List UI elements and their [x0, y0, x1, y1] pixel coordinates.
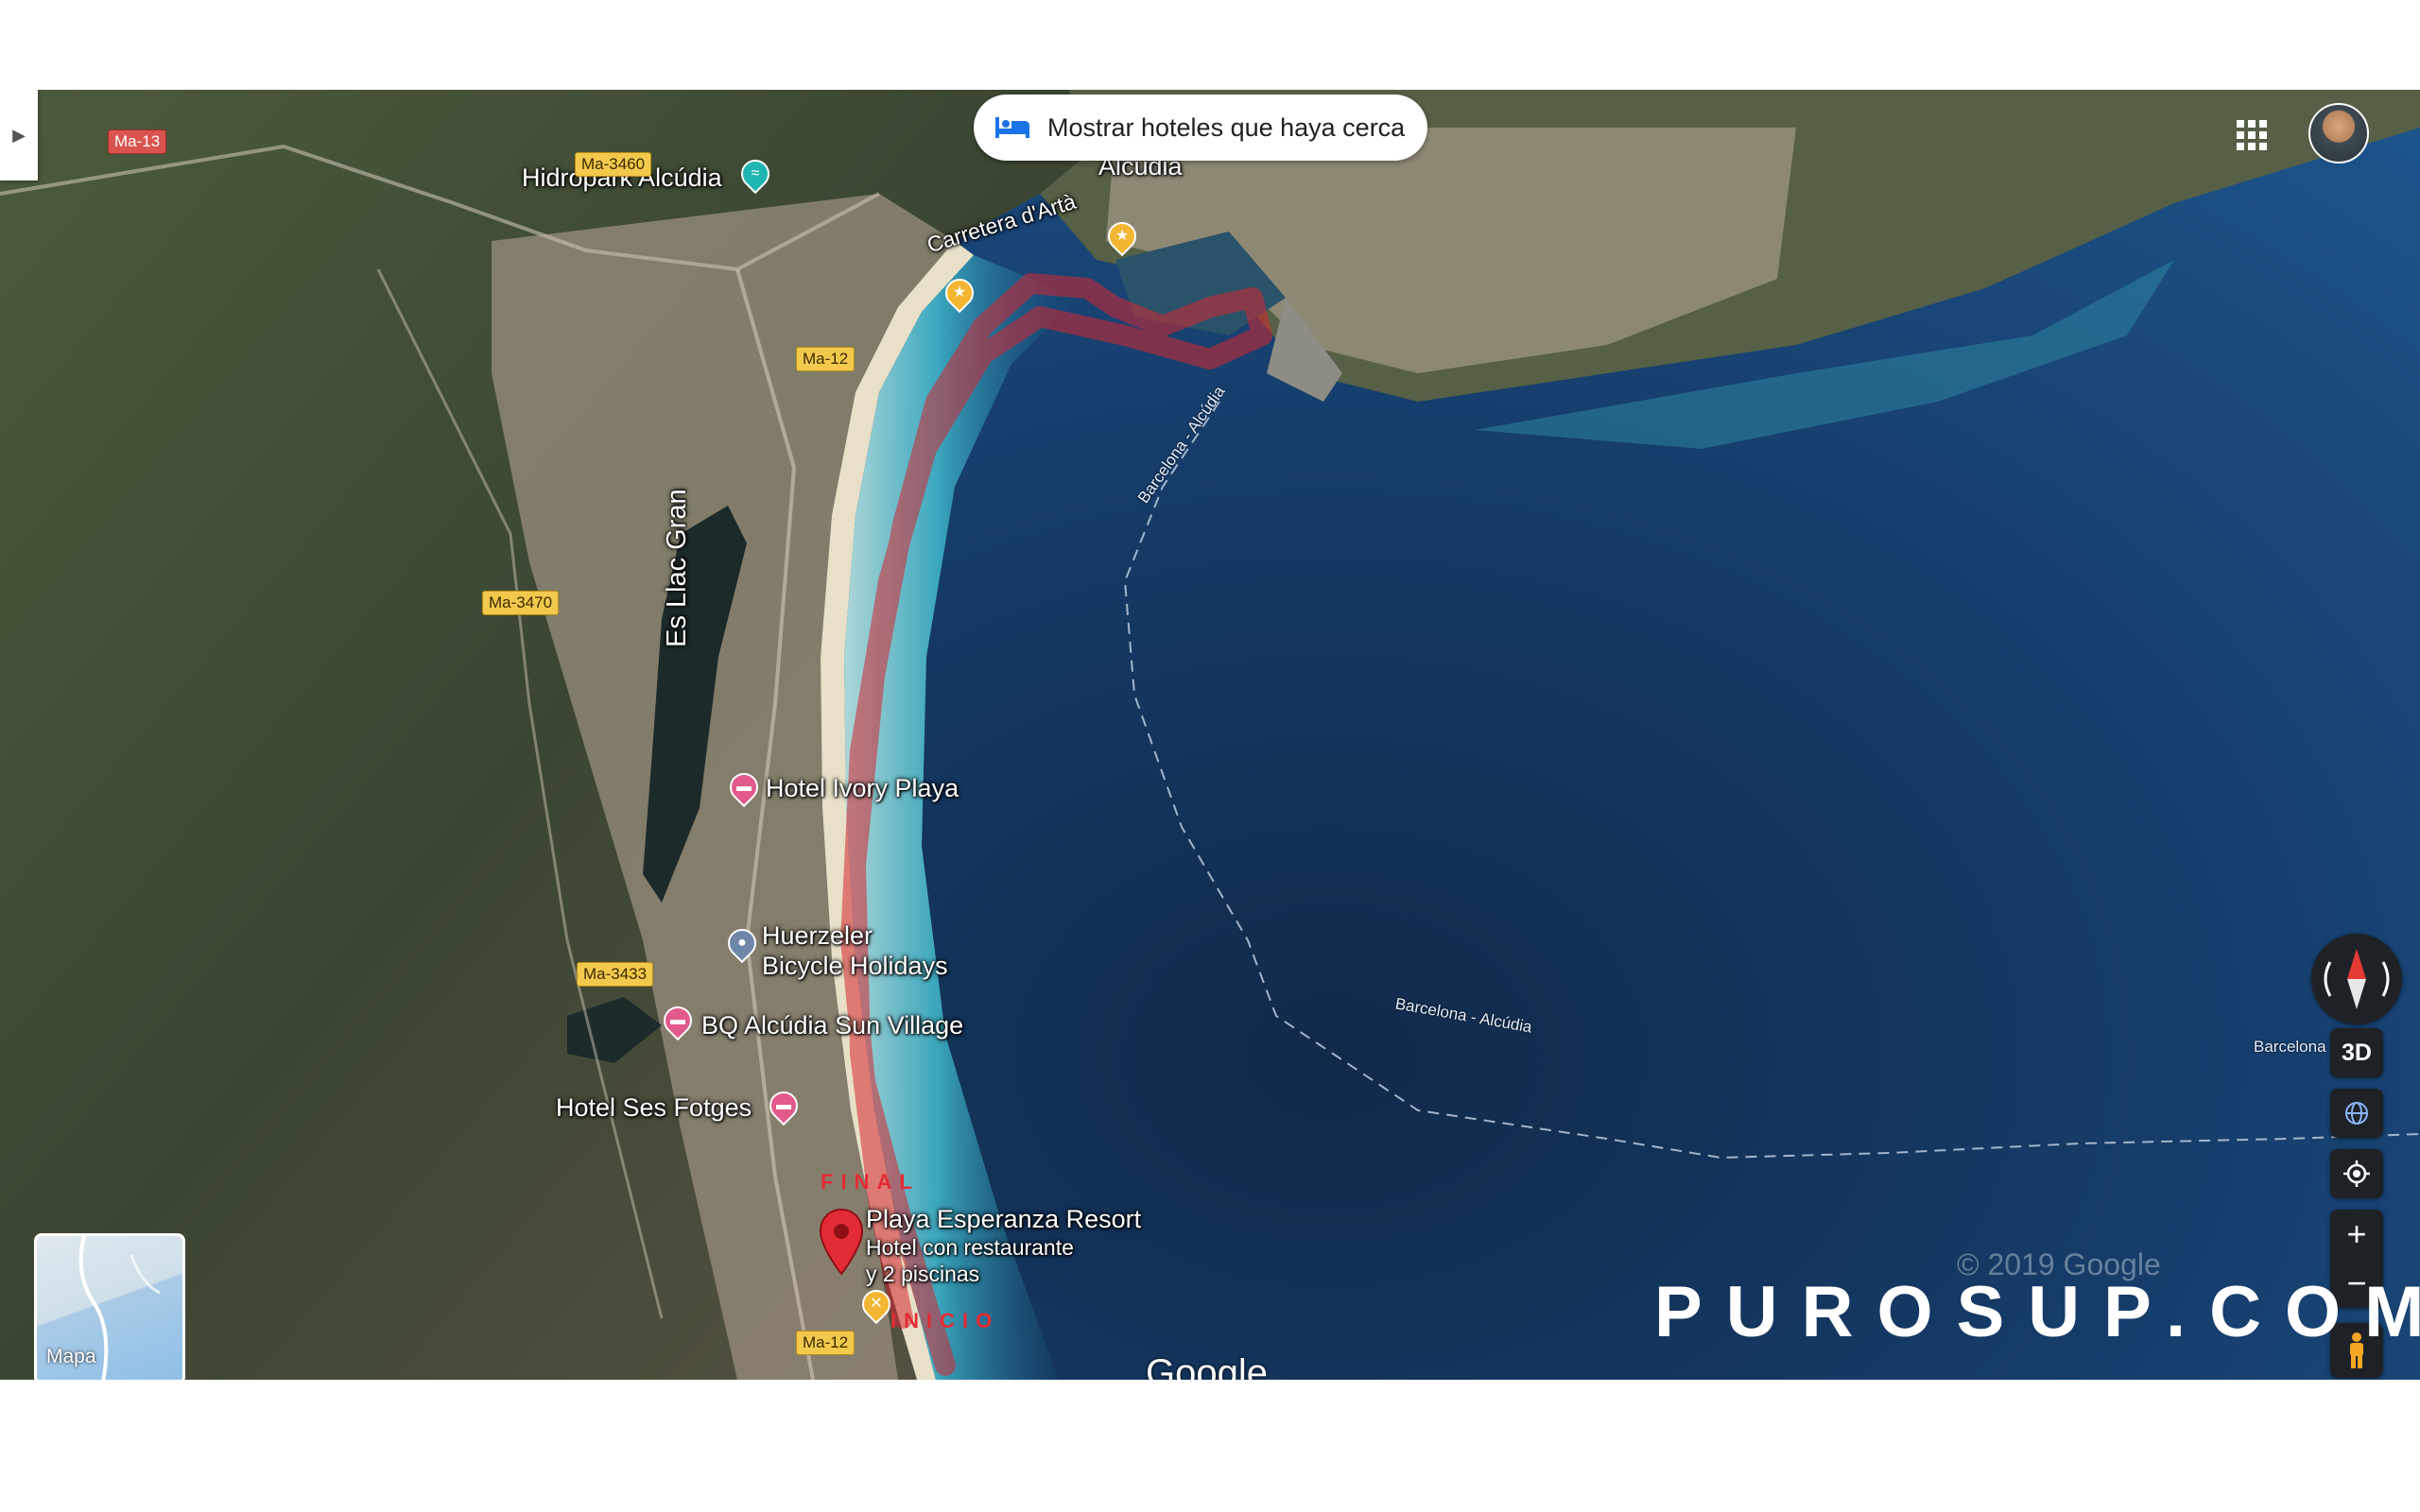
minimap-label: Mapa — [46, 1346, 96, 1367]
selected-place-marker[interactable] — [819, 1208, 864, 1276]
ferry-label-3: Barcelona - — [2254, 1038, 2336, 1056]
star-icon: ★ — [952, 284, 967, 301]
my-location-button[interactable] — [2330, 1149, 2383, 1198]
my-location-icon — [2343, 1160, 2370, 1187]
route-end-label: FINAL — [821, 1170, 920, 1194]
satellite-imagery — [0, 90, 2420, 1380]
road-shield-ma12-bottom: Ma-12 — [796, 1331, 856, 1355]
bed-icon: ▬ — [776, 1097, 791, 1113]
lake-label-es-llac-gran: Es Llac Gran — [662, 489, 692, 647]
place-label-huerzeler-1[interactable]: Huerzeler — [762, 921, 873, 951]
map-type-minimap[interactable]: Mapa — [34, 1233, 185, 1380]
globe-icon — [2345, 1102, 2368, 1125]
route-start-label: INICIO — [890, 1309, 1000, 1332]
restaurant-icon: ✕ — [870, 1296, 883, 1312]
road-shield-ma3433: Ma-3433 — [577, 962, 654, 987]
road-shield-ma13: Ma-13 — [108, 129, 167, 154]
bed-icon — [995, 117, 1029, 138]
bed-icon: ▬ — [736, 779, 752, 795]
side-panel-toggle[interactable]: ▶ — [0, 90, 38, 180]
compass-control[interactable] — [2311, 934, 2402, 1024]
place-sublabel-2: y 2 piscinas — [866, 1262, 980, 1286]
chevron-right-icon: ▶ — [12, 125, 26, 145]
road-shield-ma3460: Ma-3460 — [575, 152, 652, 177]
globe-view-button[interactable] — [2330, 1089, 2383, 1138]
bed-icon: ▬ — [670, 1012, 685, 1028]
star-icon: ★ — [1115, 228, 1130, 244]
view-3d-button[interactable]: 3D — [2330, 1028, 2383, 1077]
place-label-huerzeler-2[interactable]: Bicycle Holidays — [762, 952, 948, 981]
purosup-watermark: PUROSUP.COM — [1654, 1272, 2420, 1352]
google-logo: Google — [1146, 1352, 1268, 1380]
road-shield-ma12-top: Ma-12 — [796, 347, 856, 371]
road-shield-ma3470: Ma-3470 — [482, 591, 560, 615]
place-label-bq-alcudia[interactable]: BQ Alcúdia Sun Village — [701, 1011, 963, 1040]
show-nearby-hotels-chip[interactable]: Mostrar hoteles que haya cerca — [974, 94, 1428, 161]
ferry-route-line — [1123, 401, 2420, 1160]
hotels-chip-label: Mostrar hoteles que haya cerca — [1047, 112, 1406, 142]
place-label-hotel-ses-fotges[interactable]: Hotel Ses Fotges — [556, 1093, 752, 1123]
place-label-hotel-ivory[interactable]: Hotel Ivory Playa — [766, 774, 959, 803]
compass-icon — [2324, 949, 2390, 1009]
water-park-icon: ≈ — [751, 165, 760, 181]
account-avatar[interactable] — [2308, 103, 2369, 163]
apps-grid-icon[interactable] — [2235, 118, 2269, 152]
place-label-playa-esperanza[interactable]: Playa Esperanza Resort — [866, 1205, 1141, 1234]
map-canvas[interactable]: Hidropark Alcúdia ≈ Alcúdia Carretera d'… — [0, 90, 2420, 1380]
place-sublabel-1: Hotel con restaurante — [866, 1235, 1074, 1260]
place-icon: ● — [737, 935, 747, 951]
zoom-in-button[interactable]: + — [2346, 1210, 2366, 1259]
